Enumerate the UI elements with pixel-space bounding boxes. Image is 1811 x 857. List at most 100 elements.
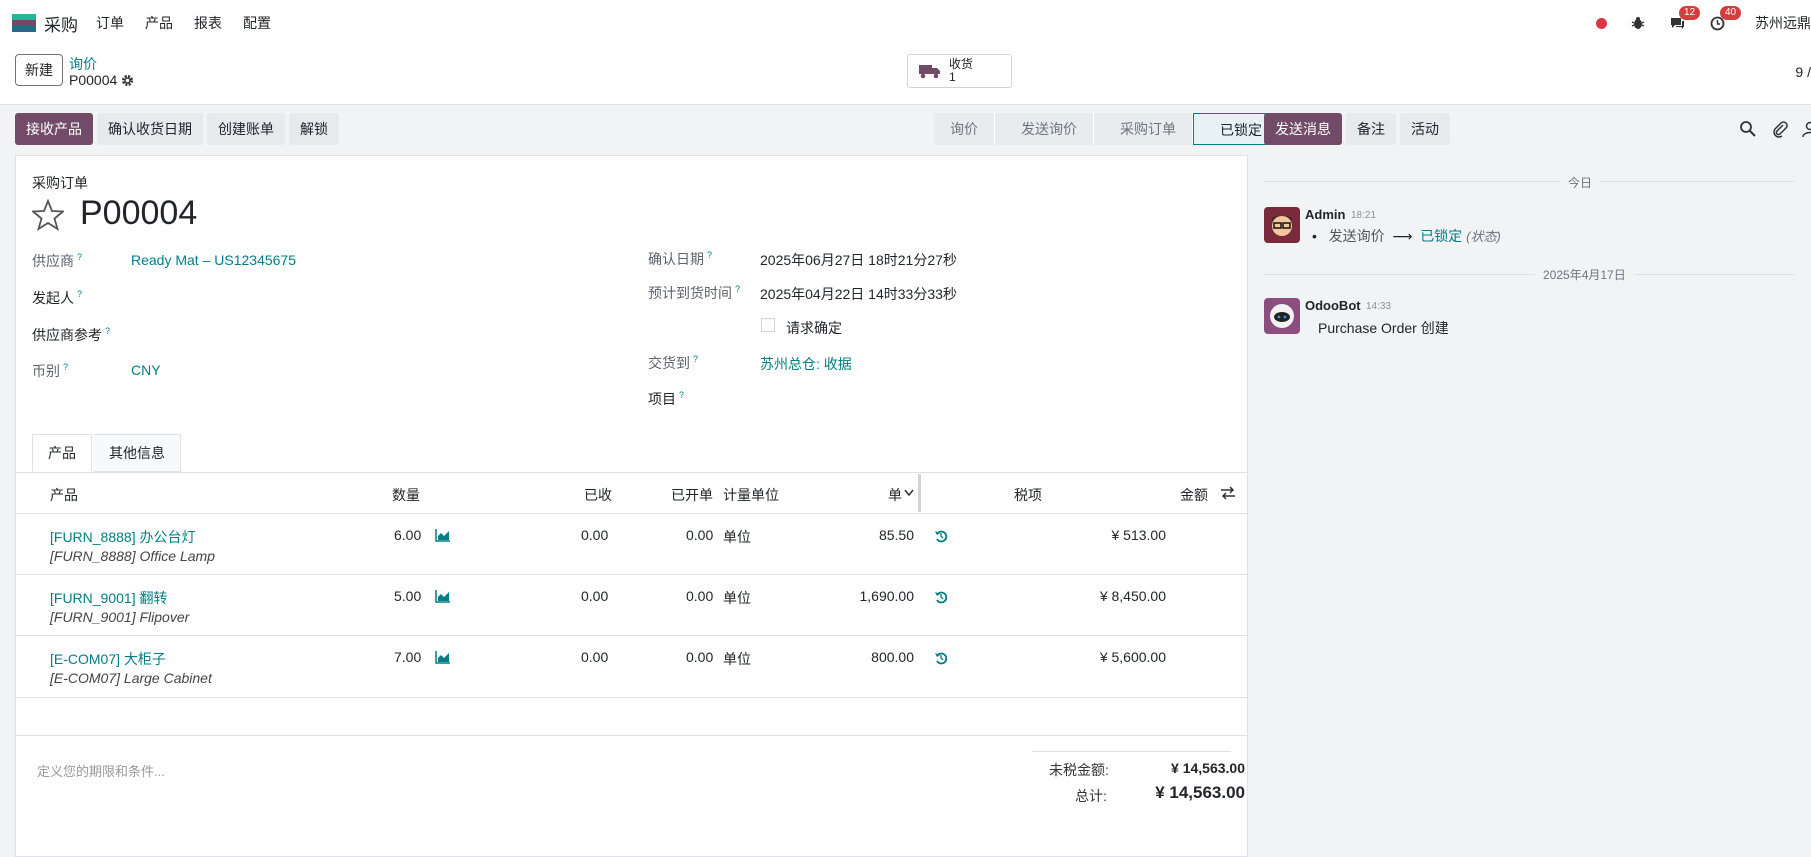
confirmation-date-field[interactable]: 2025年06月27日 18时21分27秒 xyxy=(760,250,957,270)
row-received: 0.00 xyxy=(581,527,608,543)
col-amount[interactable]: 金额 xyxy=(1180,485,1208,505)
messages-count-badge: 12 xyxy=(1679,6,1700,20)
tab-products[interactable]: 产品 xyxy=(32,434,92,472)
systray: 12 40 苏州远鼎 xyxy=(1596,0,1811,46)
forecast-graph-icon[interactable] xyxy=(435,528,451,542)
currency-field[interactable]: CNY xyxy=(131,362,161,378)
stage-purchase-order[interactable]: 采购订单 xyxy=(1094,113,1193,145)
row-billed: 0.00 xyxy=(686,649,713,665)
row-product[interactable]: [FURN_8888] 办公台灯 xyxy=(50,527,195,547)
stage-rfq[interactable]: 询价 xyxy=(934,113,995,145)
row-uom[interactable]: 单位 xyxy=(723,527,751,547)
column-resize-handle[interactable] xyxy=(918,474,921,512)
receive-products-button[interactable]: 接收产品 xyxy=(15,113,93,145)
row-uom[interactable]: 单位 xyxy=(723,588,751,608)
row-uom[interactable]: 单位 xyxy=(723,649,751,669)
row-divider xyxy=(16,697,1247,698)
ask-confirmation-label: 请求确定 xyxy=(786,318,842,338)
col-uom[interactable]: 计量单位 xyxy=(723,485,779,505)
row-unit-price[interactable]: 800.00 xyxy=(814,649,914,665)
favorite-star-icon[interactable] xyxy=(32,199,64,231)
odoobot-avatar[interactable] xyxy=(1264,298,1300,334)
row-billed: 0.00 xyxy=(686,527,713,543)
terms-conditions-field[interactable]: 定义您的期限和条件... xyxy=(37,761,165,780)
purchase-app-icon[interactable] xyxy=(12,14,36,32)
form-sheet: 采购订单 P00004 供应商? Ready Mat – US12345675 … xyxy=(15,155,1248,857)
messaging-icon[interactable]: 12 xyxy=(1669,16,1686,31)
vendor-label: 供应商? xyxy=(32,251,82,271)
confirm-receipt-date-button[interactable]: 确认收货日期 xyxy=(97,113,203,145)
row-divider xyxy=(16,574,1247,575)
col-quantity[interactable]: 数量 xyxy=(392,485,420,505)
bug-icon[interactable] xyxy=(1631,16,1645,30)
message-author[interactable]: OdooBot xyxy=(1305,298,1361,313)
row-product[interactable]: [E-COM07] 大柜子 xyxy=(50,649,166,669)
today-separator-line xyxy=(1264,181,1794,182)
col-billed[interactable]: 已开单 xyxy=(671,485,713,505)
today-separator-label: 今日 xyxy=(1560,174,1600,191)
gear-icon[interactable] xyxy=(121,74,134,87)
new-button[interactable]: 新建 xyxy=(15,54,63,86)
date-separator-label: 2025年4月17日 xyxy=(1535,266,1634,283)
optional-columns-icon[interactable] xyxy=(1220,486,1236,500)
menu-orders[interactable]: 订单 xyxy=(96,13,124,33)
untaxed-amount-value: ¥ 14,563.00 xyxy=(1111,760,1245,776)
unlock-button[interactable]: 解锁 xyxy=(289,113,339,145)
activities-count-badge: 40 xyxy=(1720,6,1741,20)
top-navbar: 采购 订单 产品 报表 配置 12 40 苏州远鼎 xyxy=(0,0,1811,46)
stage-rfq-sent[interactable]: 发送询价 xyxy=(995,113,1094,145)
row-unit-price[interactable]: 85.50 xyxy=(814,527,914,543)
row-amount: ¥ 8,450.00 xyxy=(1066,588,1166,604)
paperclip-icon[interactable] xyxy=(1771,120,1789,138)
col-received[interactable]: 已收 xyxy=(584,485,612,505)
message-author[interactable]: Admin xyxy=(1305,207,1345,222)
reset-price-icon[interactable] xyxy=(934,590,948,604)
date-separator-line xyxy=(1264,274,1794,275)
row-unit-price[interactable]: 1,690.00 xyxy=(814,588,914,604)
row-description: [E-COM07] Large Cabinet xyxy=(50,670,212,686)
row-received: 0.00 xyxy=(581,588,608,604)
vendor-field[interactable]: Ready Mat – US12345675 xyxy=(131,252,296,268)
col-taxes[interactable]: 税项 xyxy=(1014,485,1042,505)
expected-arrival-field[interactable]: 2025年04月22日 14时33分33秒 xyxy=(760,284,957,304)
send-message-button[interactable]: 发送消息 xyxy=(1264,113,1342,145)
confirmation-date-label: 确认日期? xyxy=(648,249,712,269)
control-panel: 新建 询价 P00004 收货 1 9 / xyxy=(0,46,1811,105)
activity-button[interactable]: 活动 xyxy=(1400,113,1450,145)
record-status-icon[interactable] xyxy=(1596,18,1607,29)
expected-arrival-label: 预计到货时间? xyxy=(648,283,740,303)
menu-reporting[interactable]: 报表 xyxy=(194,13,222,33)
row-received: 0.00 xyxy=(581,649,608,665)
deliver-to-label: 交货到? xyxy=(648,353,698,373)
breadcrumb-parent[interactable]: 询价 xyxy=(69,54,97,74)
col-product[interactable]: 产品 xyxy=(50,485,78,505)
reset-price-icon[interactable] xyxy=(934,651,948,665)
row-quantity[interactable]: 5.00 xyxy=(394,588,421,604)
menu-configuration[interactable]: 配置 xyxy=(243,13,271,33)
forecast-graph-icon[interactable] xyxy=(435,650,451,664)
row-quantity[interactable]: 6.00 xyxy=(394,527,421,543)
ask-confirmation-checkbox[interactable] xyxy=(761,318,775,332)
col-unit-price[interactable]: 单 xyxy=(888,485,902,505)
tab-other-info[interactable]: 其他信息 xyxy=(94,434,181,472)
truck-icon xyxy=(919,63,941,79)
tracking-new-value: 已锁定 xyxy=(1420,228,1462,244)
admin-avatar[interactable] xyxy=(1264,207,1300,243)
forecast-graph-icon[interactable] xyxy=(435,589,451,603)
message-time: 18:21 xyxy=(1351,210,1376,221)
receipt-smart-button[interactable]: 收货 1 xyxy=(907,54,1012,88)
followers-icon[interactable] xyxy=(1801,120,1811,138)
reset-price-icon[interactable] xyxy=(934,529,948,543)
app-name[interactable]: 采购 xyxy=(44,11,78,36)
pager[interactable]: 9 / xyxy=(1795,64,1811,80)
row-product[interactable]: [FURN_9001] 翻转 xyxy=(50,588,167,608)
row-quantity[interactable]: 7.00 xyxy=(394,649,421,665)
menu-products[interactable]: 产品 xyxy=(145,13,173,33)
search-icon[interactable] xyxy=(1739,120,1757,138)
activity-clock-icon[interactable]: 40 xyxy=(1710,16,1725,31)
deliver-to-field[interactable]: 苏州总仓: 收据 xyxy=(760,354,852,374)
log-note-button[interactable]: 备注 xyxy=(1346,113,1396,145)
chevron-down-icon[interactable] xyxy=(904,489,914,497)
create-bill-button[interactable]: 创建账单 xyxy=(207,113,285,145)
company-switcher[interactable]: 苏州远鼎 xyxy=(1755,13,1811,33)
